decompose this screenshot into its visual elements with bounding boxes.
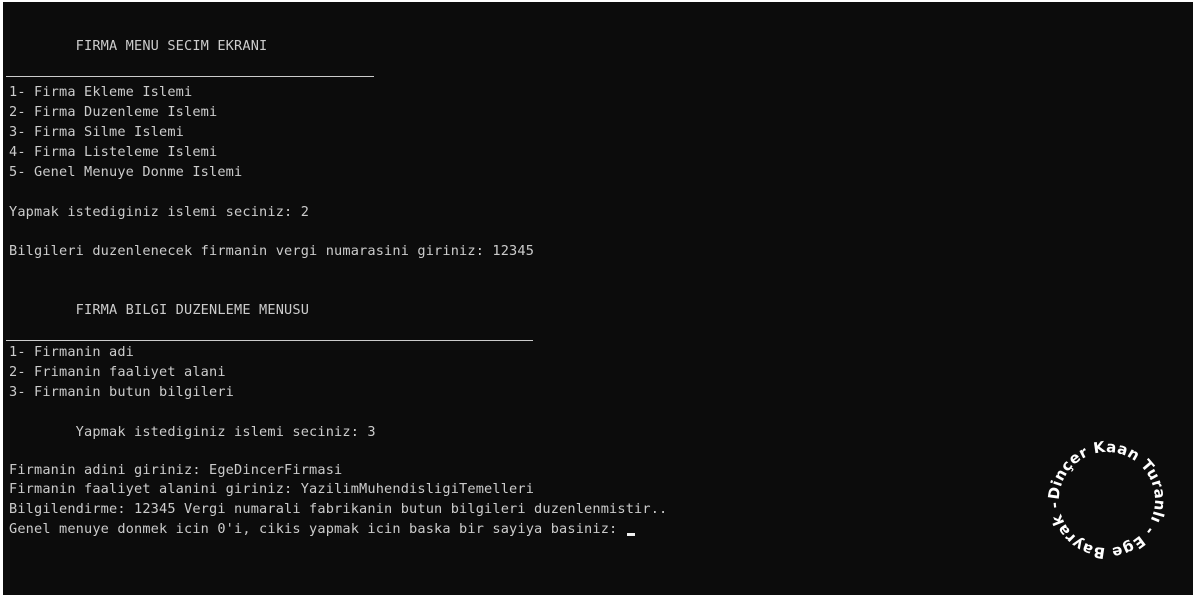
- menu2-title: FIRMA BILGI DUZENLEME MENUSU: [9, 302, 310, 318]
- info-message: Bilgilendirme: 12345 Vergi numarali fabr…: [9, 501, 668, 517]
- console-window[interactable]: FIRMA MENU SECIM EKRANI 1- Firma Ekleme …: [3, 2, 1193, 595]
- watermark-text: Dinçer Kaan Turanlı - Ege Bayrak -: [1045, 438, 1170, 563]
- menu1-title: FIRMA MENU SECIM EKRANI: [9, 38, 268, 54]
- menu1-divider: [6, 76, 374, 77]
- tax-number-prompt: Bilgileri duzenlenecek firmanin vergi nu…: [9, 243, 535, 259]
- choice-prompt-1: Yapmak istediginiz islemi seciniz: 2: [9, 204, 310, 220]
- menu1-item-2: 2- Firma Duzenleme Islemi: [9, 104, 218, 120]
- menu2-divider: [6, 340, 533, 341]
- choice-prompt-2: Yapmak istediginiz islemi seciniz: 3: [9, 424, 376, 440]
- menu2-item-1: 1- Firmanin adi: [9, 344, 135, 360]
- menu2-item-3: 3- Firmanin butun bilgileri: [9, 384, 235, 400]
- menu2-item-2: 2- Frimanin faaliyet alani: [9, 364, 226, 380]
- activity-input-line: Firmanin faaliyet alanini giriniz: Yazil…: [9, 481, 535, 497]
- menu1-item-4: 4- Firma Listeleme Islemi: [9, 144, 218, 160]
- signature-watermark: Dinçer Kaan Turanlı - Ege Bayrak -: [1045, 438, 1170, 563]
- menu1-item-1: 1- Firma Ekleme Islemi: [9, 84, 193, 100]
- final-prompt: Genel menuye donmek icin 0'i, cikis yapm…: [9, 521, 626, 537]
- final-prompt-line[interactable]: Genel menuye donmek icin 0'i, cikis yapm…: [9, 519, 635, 539]
- company-name-input-line: Firmanin adini giriniz: EgeDincerFirmasi: [9, 462, 343, 478]
- text-cursor: [626, 533, 635, 536]
- menu1-item-5: 5- Genel Menuye Donme Islemi: [9, 164, 243, 180]
- menu1-item-3: 3- Firma Silme Islemi: [9, 124, 185, 140]
